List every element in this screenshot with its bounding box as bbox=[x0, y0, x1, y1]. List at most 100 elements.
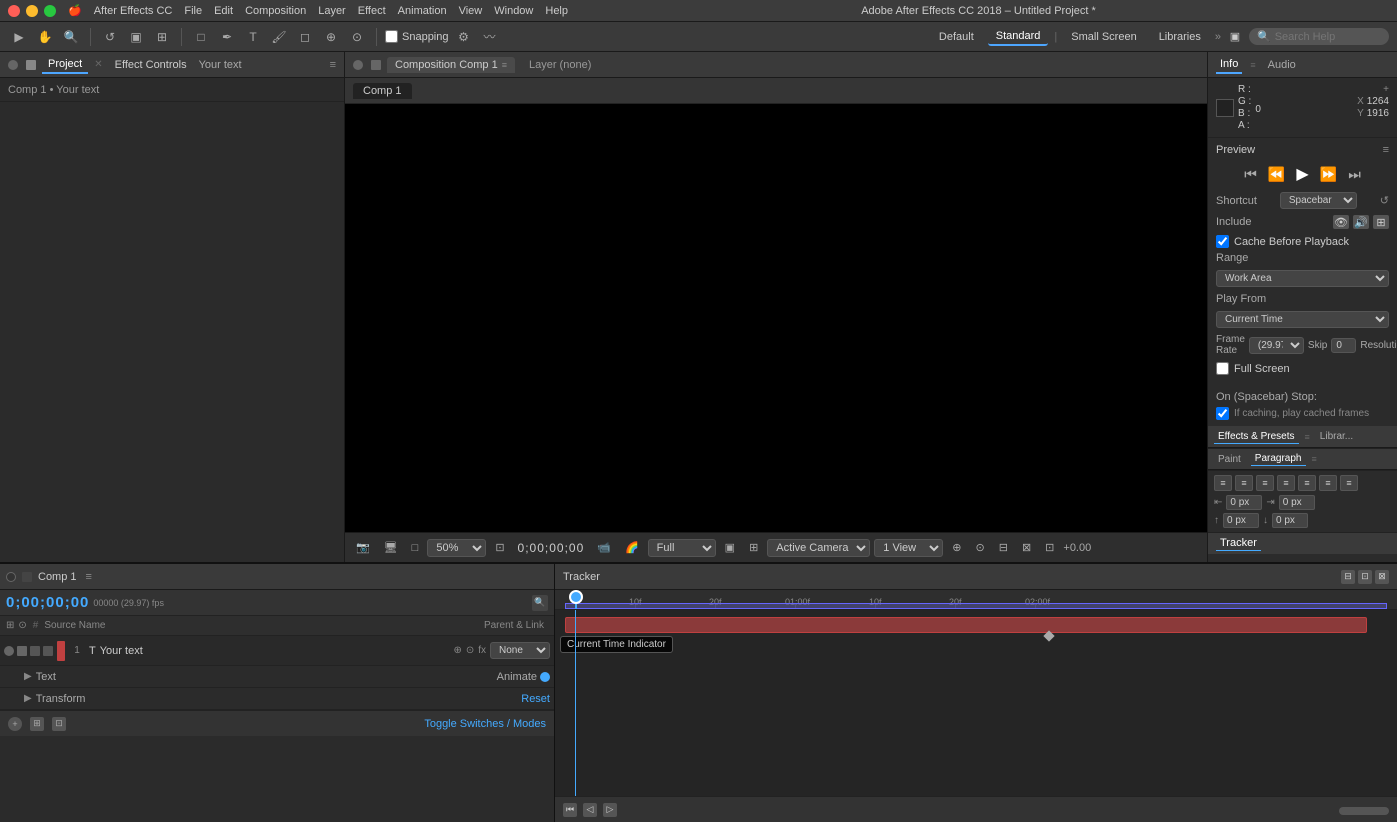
menu-edit[interactable]: Edit bbox=[214, 5, 233, 17]
snapping-checkbox[interactable] bbox=[385, 30, 398, 43]
tl-switches-btn[interactable]: ⊞ bbox=[6, 620, 14, 631]
composition-settings-btn[interactable]: ⊞ bbox=[30, 717, 44, 731]
tab-effect-controls[interactable]: Effect Controls bbox=[109, 57, 193, 73]
apple-menu[interactable]: 🍎 bbox=[68, 4, 82, 17]
workspace-default[interactable]: Default bbox=[931, 29, 982, 45]
indent-right-input[interactable] bbox=[1279, 495, 1315, 510]
visibility-icon[interactable] bbox=[4, 646, 14, 656]
menu-layer[interactable]: Layer bbox=[318, 5, 346, 17]
motion-sketch-button[interactable]: 〰 bbox=[479, 26, 501, 48]
solo-icon[interactable] bbox=[30, 646, 40, 656]
search-timeline-btn[interactable]: 🔍 bbox=[532, 595, 548, 611]
your-text-tab[interactable]: Your text bbox=[199, 59, 242, 71]
layer-solo-btn[interactable]: ⊕ bbox=[453, 645, 461, 656]
tab-paragraph[interactable]: Paragraph bbox=[1251, 452, 1306, 466]
align-center-btn[interactable]: ≡ bbox=[1235, 475, 1253, 491]
tab-tracker[interactable]: Tracker bbox=[1216, 536, 1261, 551]
select-tool-button[interactable]: ▶ bbox=[8, 26, 30, 48]
preview-menu-icon[interactable]: ≡ bbox=[1383, 144, 1389, 156]
skip-to-end-button[interactable]: ⏭ bbox=[1345, 164, 1365, 184]
workspace-libraries[interactable]: Libraries bbox=[1151, 29, 1209, 45]
hand-tool-button[interactable]: ✋ bbox=[34, 26, 56, 48]
layer-color-swatch[interactable] bbox=[57, 641, 65, 661]
tab-effects-presets[interactable]: Effects & Presets bbox=[1214, 430, 1299, 444]
snapping-options-button[interactable]: ⚙ bbox=[453, 26, 475, 48]
tl-menu-icon[interactable]: ≡ bbox=[86, 571, 92, 583]
layer-fx-btn[interactable]: fx bbox=[478, 645, 486, 656]
tl-next-frame-btn[interactable]: ▷ bbox=[603, 803, 617, 817]
viewer-options-btn[interactable]: ⊠ bbox=[1017, 539, 1036, 556]
audio-icon[interactable] bbox=[17, 646, 27, 656]
tracker-right-tab[interactable]: Tracker bbox=[563, 571, 600, 583]
menu-effect[interactable]: Effect bbox=[358, 5, 386, 17]
composition-viewer[interactable] bbox=[345, 104, 1207, 532]
align-left-btn[interactable]: ≡ bbox=[1214, 475, 1232, 491]
layer-bar[interactable] bbox=[565, 617, 1367, 633]
show-channel-btn[interactable]: 🖥 bbox=[379, 539, 403, 556]
close-button[interactable] bbox=[8, 5, 20, 17]
roto-tool-button[interactable]: ⊕ bbox=[320, 26, 342, 48]
workspace-small-screen[interactable]: Small Screen bbox=[1063, 29, 1144, 45]
range-select[interactable]: Work Area Entire Composition Around Curr… bbox=[1216, 270, 1389, 287]
fullscreen-checkbox[interactable] bbox=[1216, 362, 1229, 375]
toggle-switches-modes[interactable]: Toggle Switches / Modes bbox=[424, 718, 546, 730]
zoom-tool-button[interactable]: 🔍 bbox=[60, 26, 82, 48]
work-area-bar[interactable] bbox=[565, 603, 1387, 609]
tab-project[interactable]: Project bbox=[42, 56, 88, 74]
justify-right-btn[interactable]: ≡ bbox=[1319, 475, 1337, 491]
justify-left-btn[interactable]: ≡ bbox=[1277, 475, 1295, 491]
frame-rate-select[interactable]: (29.97) Auto bbox=[1249, 337, 1304, 354]
tl-prev-frame-btn[interactable]: ◁ bbox=[583, 803, 597, 817]
project-panel-close[interactable] bbox=[8, 60, 18, 70]
workspace-standard[interactable]: Standard bbox=[988, 28, 1049, 46]
toggle-pixels-btn[interactable]: ⊕ bbox=[947, 539, 966, 556]
effects-menu-icon[interactable]: ≡ bbox=[1305, 432, 1310, 442]
expand-text-icon[interactable]: ▶ bbox=[24, 671, 32, 682]
undo-button[interactable]: ↺ bbox=[99, 26, 121, 48]
include-video-btn[interactable]: 👁 bbox=[1333, 215, 1349, 229]
parent-link-select[interactable]: None bbox=[490, 642, 550, 659]
brush-tool-button[interactable]: 🖌 bbox=[268, 26, 290, 48]
3d-btn[interactable]: ⊙ bbox=[971, 539, 990, 556]
space-after-input[interactable] bbox=[1272, 513, 1308, 528]
add-layer-btn[interactable]: + bbox=[8, 717, 22, 731]
menu-help[interactable]: Help bbox=[545, 5, 568, 17]
view-select[interactable]: 1 View 2 Views 4 Views bbox=[874, 539, 943, 557]
shortcut-select[interactable]: Spacebar Numpad 0 bbox=[1280, 192, 1357, 209]
tab-paint[interactable]: Paint bbox=[1214, 453, 1245, 466]
tl-align-left-btn[interactable]: ⊟ bbox=[1341, 570, 1355, 584]
menu-animation[interactable]: Animation bbox=[398, 5, 447, 17]
tab-audio[interactable]: Audio bbox=[1264, 57, 1300, 73]
panel-menu-icon[interactable]: ≡ bbox=[330, 59, 336, 71]
comp-tab-layer[interactable]: Layer (none) bbox=[521, 57, 599, 73]
transparency-btn[interactable]: ⊞ bbox=[744, 539, 763, 556]
guide-btn[interactable]: ⊟ bbox=[994, 539, 1013, 556]
play-from-select[interactable]: Current Time Beginning of Range bbox=[1216, 311, 1389, 328]
step-back-button[interactable]: ⏪ bbox=[1267, 164, 1287, 184]
menu-window[interactable]: Window bbox=[494, 5, 533, 17]
lock-icon[interactable] bbox=[43, 646, 53, 656]
camera-select[interactable]: Active Camera bbox=[767, 539, 870, 557]
animate-button[interactable]: Animate bbox=[497, 671, 550, 683]
traffic-lights[interactable] bbox=[8, 5, 56, 17]
fast-preview-btn[interactable]: ▣ bbox=[720, 539, 740, 556]
info-menu-icon[interactable]: ≡ bbox=[1250, 60, 1255, 70]
playhead-indicator[interactable] bbox=[575, 590, 577, 609]
puppet-tool-button[interactable]: ⊙ bbox=[346, 26, 368, 48]
menu-composition[interactable]: Composition bbox=[245, 5, 306, 17]
step-forward-button[interactable]: ⏩ bbox=[1319, 164, 1339, 184]
tab-library[interactable]: Librar... bbox=[1316, 430, 1357, 443]
skip-input[interactable] bbox=[1331, 338, 1356, 353]
if-caching-checkbox[interactable] bbox=[1216, 407, 1229, 420]
skip-to-start-button[interactable]: ⏮ bbox=[1241, 164, 1261, 184]
eraser-tool-button[interactable]: ◻ bbox=[294, 26, 316, 48]
reset-button[interactable]: Reset bbox=[521, 693, 550, 705]
transform-button[interactable]: ⊞ bbox=[151, 26, 173, 48]
reset-shortcut-icon[interactable]: ↺ bbox=[1380, 194, 1389, 207]
include-overlays-btn[interactable]: ⊞ bbox=[1373, 215, 1389, 229]
snapshot-btn[interactable]: 📷 bbox=[351, 539, 375, 556]
indent-left-input[interactable] bbox=[1226, 495, 1262, 510]
menu-file[interactable]: File bbox=[184, 5, 202, 17]
layer-name[interactable]: Your text bbox=[100, 645, 450, 657]
justify-all-btn[interactable]: ≡ bbox=[1340, 475, 1358, 491]
